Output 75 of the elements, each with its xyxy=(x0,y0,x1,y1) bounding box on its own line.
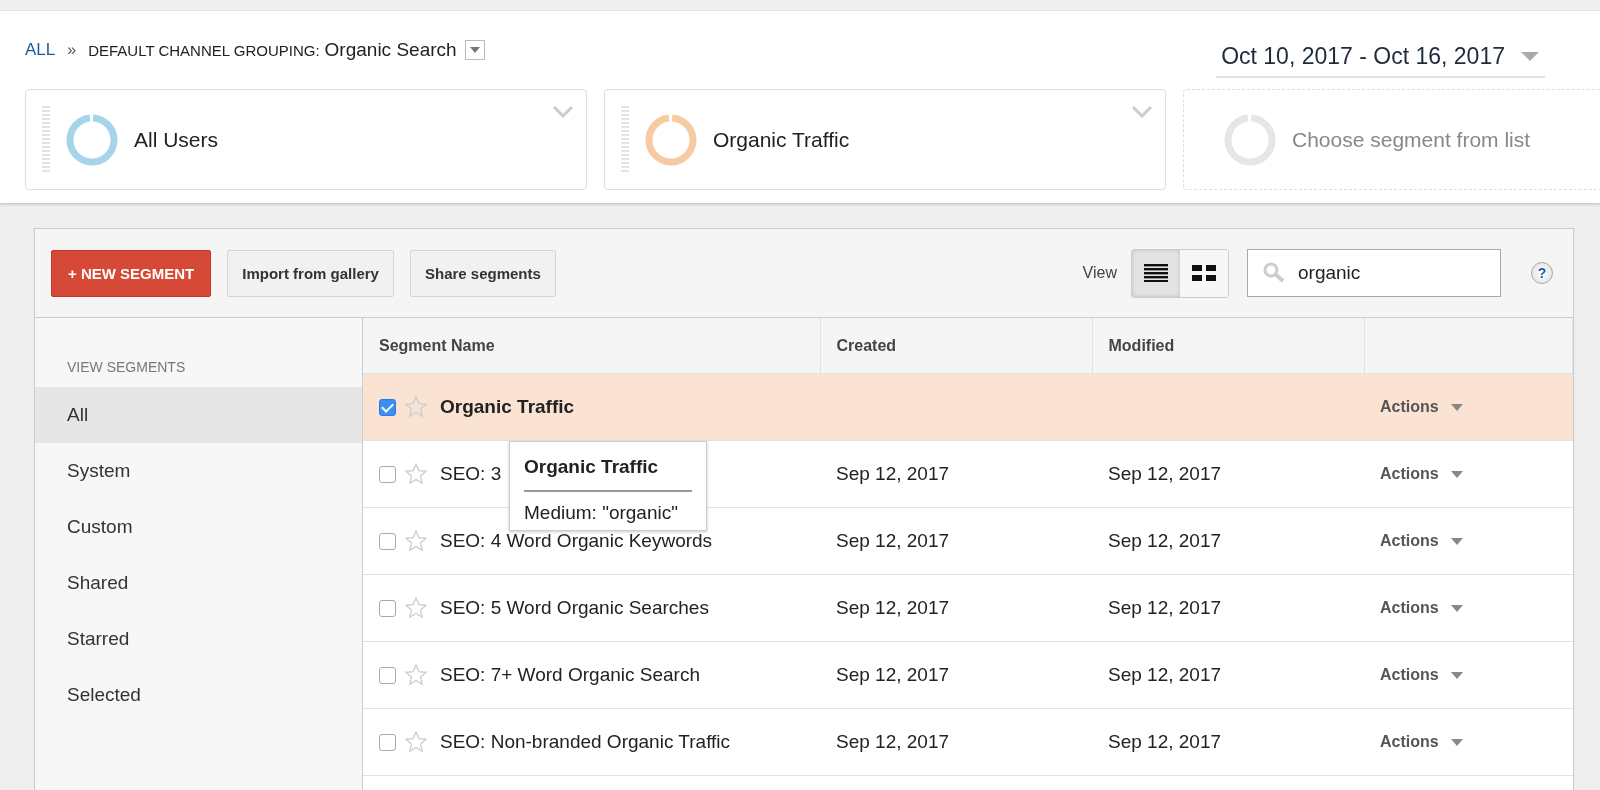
created-date: Sep 12, 2017 xyxy=(836,664,950,685)
checkbox[interactable] xyxy=(379,532,396,550)
modified-date: Sep 12, 2017 xyxy=(1108,463,1222,484)
segment-name[interactable]: SEO: 3 xyxy=(440,463,502,485)
caret-icon xyxy=(1450,537,1463,545)
segment-card[interactable]: Organic Traffic xyxy=(604,89,1166,190)
actions-menu[interactable]: Actions xyxy=(1380,398,1463,416)
tooltip-title: Organic Traffic xyxy=(524,442,692,492)
list-icon xyxy=(1144,264,1168,282)
view-label: View xyxy=(1082,264,1117,282)
sidebar-item[interactable]: System xyxy=(35,443,362,499)
segment-name[interactable]: Organic Traffic xyxy=(440,396,575,418)
star-icon[interactable] xyxy=(404,462,428,486)
actions-menu[interactable]: Actions xyxy=(1380,666,1463,684)
created-date: Sep 12, 2017 xyxy=(836,731,950,752)
segment-placeholder[interactable]: Choose segment from list xyxy=(1183,89,1600,190)
modified-date: Sep 12, 2017 xyxy=(1108,664,1222,685)
breadcrumb-separator: » xyxy=(67,41,77,59)
chevron-down-icon[interactable] xyxy=(552,105,574,118)
breadcrumb-link[interactable]: ALL xyxy=(25,40,56,60)
column-header: Segment Name xyxy=(379,336,495,354)
checkbox[interactable] xyxy=(379,398,396,416)
checkbox[interactable] xyxy=(379,599,396,617)
dimension-label: DEFAULT CHANNEL GROUPING: xyxy=(88,41,320,59)
checkbox[interactable] xyxy=(379,666,396,684)
segment-name[interactable]: SEO: 7+ Word Organic Search xyxy=(440,664,700,686)
column-header: Created xyxy=(836,336,897,354)
segment-name[interactable]: SEO: Non-branded Organic Traffic xyxy=(440,731,731,753)
help-button[interactable]: ? xyxy=(1531,262,1553,284)
caret-icon xyxy=(1450,604,1463,612)
caret-icon xyxy=(1450,671,1463,679)
modified-date: Sep 12, 2017 xyxy=(1108,530,1222,551)
actions-menu[interactable]: Actions xyxy=(1380,532,1463,550)
list-view-button[interactable] xyxy=(1132,249,1180,297)
actions-menu[interactable]: Actions xyxy=(1380,465,1463,483)
actions-menu[interactable]: Actions xyxy=(1380,733,1463,751)
sidebar-heading: VIEW SEGMENTS xyxy=(66,359,187,377)
modified-date: Sep 12, 2017 xyxy=(1108,731,1222,752)
sidebar-item[interactable]: Selected xyxy=(35,667,362,723)
segment-name[interactable]: SEO: 5 Word Organic Searches xyxy=(440,597,709,619)
star-icon[interactable] xyxy=(404,596,428,620)
star-icon[interactable] xyxy=(404,663,428,687)
actions-menu[interactable]: Actions xyxy=(1380,599,1463,617)
search-field[interactable]: organic xyxy=(1247,249,1501,297)
created-date: Sep 12, 2017 xyxy=(836,530,950,551)
grid-icon xyxy=(1192,265,1216,281)
share-button[interactable]: Share segments xyxy=(409,249,556,297)
dimension-value: Organic Search xyxy=(324,39,457,61)
caret-icon xyxy=(1450,470,1463,478)
checkbox[interactable] xyxy=(379,465,396,483)
checkbox[interactable] xyxy=(379,733,396,751)
tooltip-text: Medium: "organic" xyxy=(524,501,679,524)
new-segment-button[interactable]: + NEW SEGMENT xyxy=(51,249,212,297)
sidebar-item[interactable]: Starred xyxy=(35,611,362,667)
sidebar-item[interactable]: Shared xyxy=(35,555,362,611)
sidebar-item[interactable]: Custom xyxy=(35,499,362,555)
caret-icon xyxy=(1521,51,1539,61)
caret-icon xyxy=(469,47,480,53)
date-range-picker[interactable]: Oct 10, 2017 - Oct 16, 2017 xyxy=(1216,36,1545,78)
star-icon[interactable] xyxy=(404,395,428,419)
chevron-down-icon[interactable] xyxy=(1131,105,1153,118)
created-date: Sep 12, 2017 xyxy=(836,463,950,484)
star-icon[interactable] xyxy=(404,529,428,553)
star-icon[interactable] xyxy=(404,730,428,754)
dropdown-button[interactable] xyxy=(464,40,485,60)
import-button[interactable]: Import from gallery xyxy=(227,249,394,297)
column-header: Modified xyxy=(1108,336,1175,354)
caret-icon xyxy=(1450,738,1463,746)
segment-name[interactable]: SEO: 4 Word Organic Keywords xyxy=(440,530,713,552)
segment-card[interactable]: All Users xyxy=(25,89,587,190)
created-date: Sep 12, 2017 xyxy=(836,597,950,618)
modified-date: Sep 12, 2017 xyxy=(1108,597,1222,618)
search-icon xyxy=(1263,262,1285,284)
sidebar-item[interactable]: All xyxy=(35,387,362,443)
caret-icon xyxy=(1450,403,1463,411)
